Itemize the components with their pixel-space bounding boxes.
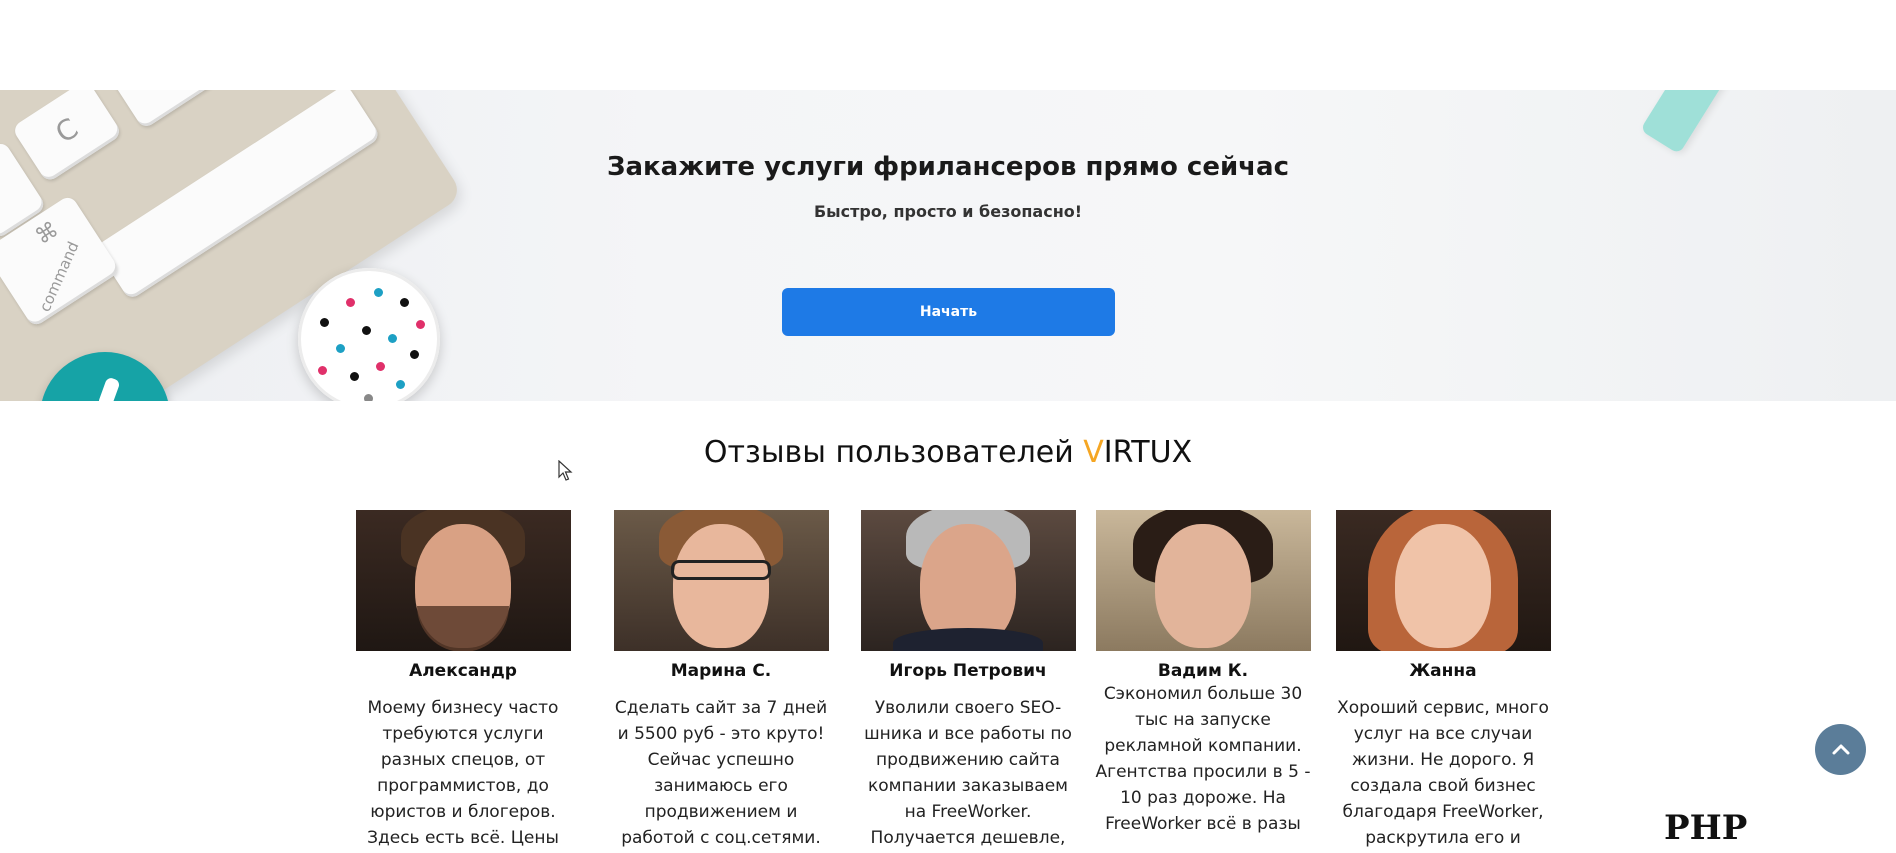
review-avatar xyxy=(1095,510,1311,651)
review-avatar xyxy=(860,510,1076,651)
brand-accent-letter: V xyxy=(1083,435,1104,470)
brand-name-rest: IRTUX xyxy=(1103,435,1193,470)
watermark-text: PHP SRIPTS xyxy=(1664,808,1808,853)
arrow-up-icon xyxy=(1832,744,1849,754)
key-c-label: C xyxy=(49,111,84,150)
hero-subtitle: Быстро, просто и безопасно! xyxy=(813,202,1083,221)
page: C ⌘ command Закажите услуги фрилансеров … xyxy=(0,0,1896,853)
mouse-pointer-icon xyxy=(558,460,573,481)
review-card: Игорь Петрович Уволили своего SEO-шника … xyxy=(857,510,1079,853)
start-button[interactable]: Начать xyxy=(782,288,1115,336)
review-avatar xyxy=(613,510,829,651)
review-text: Сэкономил больше 30 тыс на запуске рекла… xyxy=(1095,684,1311,834)
hero-banner: C ⌘ command xyxy=(0,90,1896,401)
reviewer-name: Александр xyxy=(409,661,517,681)
command-symbol-icon: ⌘ xyxy=(31,217,64,251)
reviewer-name: Марина С. xyxy=(670,661,772,681)
hero-title: Закажите услуги фрилансеров прямо сейчас xyxy=(607,152,1289,182)
review-text: Сделать сайт за 7 дней и 5500 руб - это … xyxy=(614,698,828,848)
review-card: Александр Моему бизнесу часто требуются … xyxy=(352,510,574,853)
review-text: Хороший сервис, много услуг на все случа… xyxy=(1337,698,1549,848)
scroll-to-top-button[interactable] xyxy=(1815,724,1866,775)
review-card: Марина С. Сделать сайт за 7 дней и 5500 … xyxy=(610,510,832,853)
pencil-image xyxy=(1640,90,1896,155)
review-avatar xyxy=(1335,510,1551,651)
reviewer-name: Жанна xyxy=(1409,661,1477,681)
reviews-title: Отзывы пользователей VIRTUX xyxy=(0,435,1896,470)
review-text: Уволили своего SEO-шника и все работы по… xyxy=(864,698,1072,848)
reviewer-name: Вадим К. xyxy=(1157,661,1249,681)
reviewer-name: Игорь Петрович xyxy=(889,661,1047,681)
review-text: Моему бизнесу часто требуются услуги раз… xyxy=(367,698,559,848)
review-card: Жанна Хороший сервис, много услуг на все… xyxy=(1332,510,1554,851)
review-avatar xyxy=(355,510,571,651)
review-card: Вадим К. Сэкономил больше 30 тыс на запу… xyxy=(1092,510,1314,837)
polka-dot-badge-image xyxy=(298,268,440,401)
reviews-title-prefix: Отзывы пользователей xyxy=(703,435,1084,470)
